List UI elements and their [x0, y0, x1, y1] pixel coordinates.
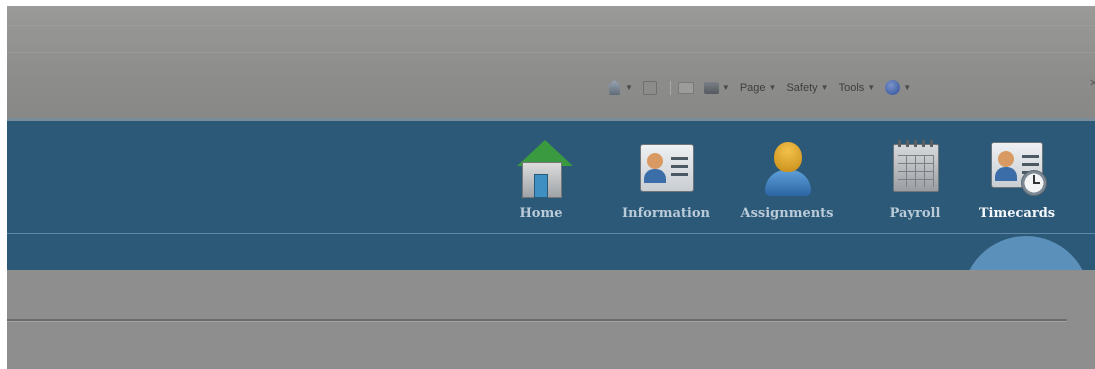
nav-item-label: Timecards: [978, 206, 1056, 221]
command-toolbar: ▼ ▼ Page ▼ Safety ▼ Tools ▼ ▼: [607, 80, 917, 95]
tools-menu-label: Tools: [838, 81, 865, 94]
feeds-icon: [642, 80, 657, 95]
toolbar-divider: [7, 25, 1095, 26]
worker-icon: [755, 140, 819, 198]
calendar-icon: [883, 140, 947, 198]
tools-menu-button[interactable]: Tools ▼: [839, 82, 876, 94]
worker-body: [765, 170, 811, 196]
card-face: [647, 153, 663, 169]
calendar: [893, 140, 939, 192]
main-nav-bar: Home Information Assignments Payroll Tim…: [7, 118, 1095, 364]
nav-divider: [7, 233, 1095, 234]
card-line: [671, 157, 688, 160]
chevron-down-icon: ▼: [625, 83, 633, 92]
help-button[interactable]: ▼: [885, 80, 911, 95]
card-line: [671, 165, 688, 168]
nav-item-timecards[interactable]: Timecards: [967, 140, 1067, 221]
nav-item-label: Assignments: [740, 206, 834, 221]
card-body: [644, 169, 666, 183]
home-icon: [509, 140, 573, 198]
browser-window: ▼ ▼ Page ▼ Safety ▼ Tools ▼ ▼ × Home Inf…: [7, 6, 1095, 369]
help-icon: [885, 80, 901, 95]
timecard-icon: [985, 140, 1049, 198]
card-line: [1022, 155, 1039, 158]
id-card: [640, 144, 694, 192]
calendar-grid: [898, 155, 934, 187]
clock-icon: [1021, 170, 1047, 196]
read-mail-button[interactable]: [677, 81, 694, 94]
close-icon[interactable]: ×: [1089, 76, 1095, 89]
card-body: [995, 167, 1017, 181]
chevron-down-icon: ▼: [721, 83, 730, 92]
toolbar-separator: [669, 80, 671, 95]
calendar-rings: [898, 140, 934, 147]
card-line: [671, 173, 688, 176]
content-area: [7, 270, 1095, 369]
feeds-button[interactable]: [642, 80, 657, 95]
page-menu-button[interactable]: Page ▼: [740, 82, 777, 94]
page-menu-label: Page: [739, 81, 766, 94]
nav-item-assignments[interactable]: Assignments: [727, 140, 847, 221]
print-button[interactable]: ▼: [703, 81, 730, 94]
worker-head: [774, 142, 802, 172]
card-face: [998, 151, 1014, 167]
nav-top-border: [7, 118, 1095, 121]
card-line: [1022, 163, 1039, 166]
chevron-down-icon: ▼: [820, 83, 829, 92]
safety-menu-button[interactable]: Safety ▼: [786, 82, 828, 94]
ie-command-bar: ▼ ▼ Page ▼ Safety ▼ Tools ▼ ▼ ×: [7, 6, 1095, 118]
chevron-down-icon: ▼: [903, 83, 912, 92]
id-card-icon: [634, 140, 698, 198]
safety-menu-label: Safety: [786, 81, 818, 94]
nav-item-label: Payroll: [889, 206, 941, 221]
mail-icon: [677, 81, 694, 94]
content-separator: [7, 321, 1067, 322]
nav-item-label: Information: [622, 206, 710, 221]
home-door: [534, 174, 548, 198]
nav-item-home[interactable]: Home: [497, 140, 585, 221]
nav-menu: Home Information Assignments Payroll Tim…: [497, 140, 1067, 221]
nav-item-payroll[interactable]: Payroll: [867, 140, 963, 221]
printer-icon: [703, 81, 719, 94]
nav-item-label: Home: [519, 206, 563, 221]
home-button[interactable]: ▼: [607, 80, 633, 95]
toolbar-divider: [7, 52, 1095, 53]
chevron-down-icon: ▼: [768, 83, 777, 92]
home-icon: [607, 80, 622, 95]
chevron-down-icon: ▼: [867, 83, 876, 92]
nav-item-information[interactable]: Information: [605, 140, 727, 221]
